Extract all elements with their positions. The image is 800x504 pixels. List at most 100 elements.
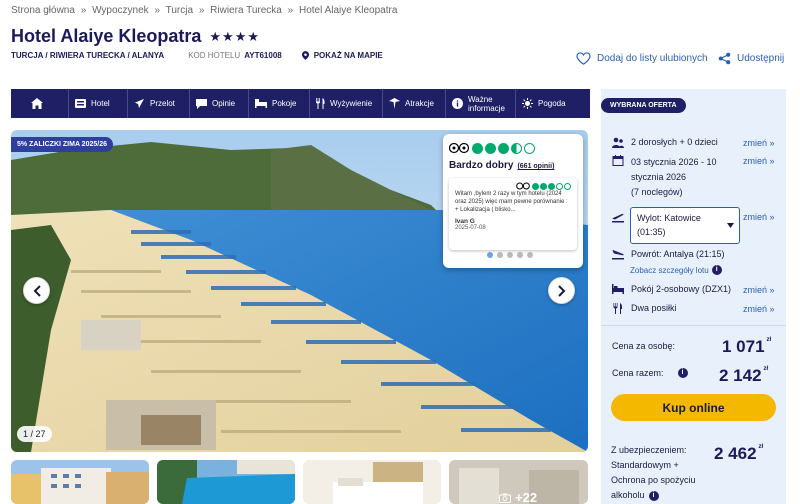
nav-flight-label: Przelot [150,99,175,108]
plane-departure-icon [612,213,624,223]
hotel-code-label: KOD HOTELU [188,51,241,60]
thumbnail-2[interactable] [157,460,295,504]
more-photos-count: +22 [515,490,538,504]
rating-bubble [472,142,483,154]
change-meals-link[interactable]: zmień » [743,304,775,314]
gallery-next-button[interactable] [548,277,575,304]
price-per-person-value: 1 071 [722,337,765,356]
gallery-prev-button[interactable] [23,277,50,304]
change-room-link[interactable]: zmień » [743,285,775,295]
photo-counter: 1 / 27 [17,426,52,442]
price-per-person-label: Cena za osobę: [612,341,676,351]
info-icon[interactable]: i [648,490,659,501]
attraction-icon [389,98,400,109]
breadcrumb-sep: » [198,5,205,16]
change-flight-link[interactable]: zmień » [743,212,775,222]
sidebar-divider [601,325,786,326]
home-icon [31,98,43,109]
sun-icon [522,98,533,109]
breadcrumb-riwiera[interactable]: Riwiera Turecka [210,5,282,16]
travelers-text: 2 dorosłych + 0 dzieci [631,137,718,147]
info-icon[interactable]: i [677,368,688,378]
buy-online-button[interactable]: Kup online [611,394,776,421]
departure-select[interactable]: Wylot: Katowice (01:35) [630,207,740,244]
change-travelers-link[interactable]: zmień » [743,138,775,148]
thumbnail-3[interactable] [303,460,441,504]
thumbnail-pool-image [157,460,295,504]
change-dates-link[interactable]: zmień » [743,156,775,166]
calendar-icon [612,155,624,166]
nav-important-info[interactable]: Ważne informacje [446,89,516,118]
share-icon [718,52,731,65]
nav-rooms[interactable]: Pokoje [249,89,310,118]
cutlery-icon [613,303,622,314]
tripadvisor-rating [449,142,537,154]
add-favorite-label: Dodaj do listy ulubionych [597,53,708,64]
insurance-line2: Standardowym + [611,460,679,470]
pagination-dot[interactable] [487,252,493,258]
people-icon [612,137,624,148]
show-map-link[interactable]: POKAŻ NA MAPIE [301,51,383,60]
cutlery-icon [316,98,325,109]
currency-label: zł [758,444,764,450]
more-photos-overlay: +22 [499,490,537,504]
nav-info-line1: Ważne [468,94,493,104]
nav-attractions-label: Atrakcje [405,99,434,108]
heart-icon [576,52,591,65]
pagination-dot[interactable] [517,252,523,258]
camera-icon [499,493,511,503]
insurance-price: 2 462 zł [714,444,763,464]
meals-text: Dwa posiłki [631,303,677,313]
nav-flight[interactable]: Przelot [128,89,190,118]
pagination-dot[interactable] [527,252,533,258]
nav-meals[interactable]: Wyżywienie [310,89,383,118]
insurance-line3: Ochrona po spożyciu [611,475,696,485]
pagination-dot[interactable] [497,252,503,258]
review-card[interactable]: Witam ,bylem 2 razy w tym hotelu (2024 o… [449,178,577,250]
nav-hotel[interactable]: Hotel [69,89,128,118]
review-count-link[interactable]: (661 opinii) [517,163,554,170]
nav-attractions[interactable]: Atrakcje [383,89,446,118]
currency-label: zł [763,366,769,372]
thumbnail-hotel-image [11,460,149,504]
show-map-label: POKAŻ NA MAPIE [313,51,383,60]
insurance-option[interactable]: Z ubezpieczeniem: Standardowym + Ochrona… [611,443,711,503]
thumbnail-1[interactable] [11,460,149,504]
nav-weather[interactable]: Pogoda [516,89,576,118]
caret-down-icon [727,223,734,228]
insurance-line4-wrap: alkoholu i [611,488,711,503]
section-nav: Hotel Przelot Opinie Pokoje Wyżywienie A… [11,89,590,118]
return-row: Powrót: Antalya (21:15) [612,249,725,260]
total-price: 2 142 zł [719,366,768,386]
hotel-location: TURCJA / RIWIERA TURECKA / ALANYA [11,51,165,60]
offer-badge: WYBRANA OFERTA [601,98,686,113]
breadcrumb-home[interactable]: Strona główna [11,5,75,16]
review-text: Witam ,bylem 2 razy w tym hotelu (2024 o… [455,191,568,213]
rating-bubble [485,142,496,154]
travelers-row: 2 dorosłych + 0 dzieci [612,137,718,148]
nav-home[interactable] [11,89,69,118]
share-button[interactable]: Udostępnij [718,52,784,65]
rating-bubble [511,142,522,154]
nav-reviews[interactable]: Opinie [190,89,249,118]
breadcrumb-turcja[interactable]: Turcja [166,5,193,16]
offer-sidebar [601,89,786,504]
nav-hotel-label: Hotel [91,99,110,108]
chevron-right-icon [557,284,565,297]
hotel-subline: TURCJA / RIWIERA TURECKA / ALANYA KOD HO… [11,51,383,60]
add-favorite-button[interactable]: Dodaj do listy ulubionych [576,52,708,65]
total-price-label-wrap: Cena razem: i [612,368,688,378]
rating-label: Bardzo dobry [449,160,514,171]
breadcrumb-wypoczynek[interactable]: Wypoczynek [92,5,149,16]
tripadvisor-logo-icon [516,182,530,190]
flight-details-link[interactable]: Zobacz szczegóły lotu i [630,265,722,275]
review-date: 2025-07-08 [455,225,486,231]
plane-arrival-icon [612,250,624,260]
thumbnail-4-more[interactable]: +22 [449,460,588,504]
pagination-dot[interactable] [507,252,513,258]
room-row: Pokój 2-osobowy (DZX1) [612,284,731,294]
rating-summary: Bardzo dobry (661 opinii) [449,160,554,171]
title-row: Hotel Alaiye Kleopatra ★★★★ [11,26,260,47]
meals-row: Dwa posiłki [612,303,677,314]
dates-line1: 03 stycznia 2026 - 10 [631,157,717,167]
